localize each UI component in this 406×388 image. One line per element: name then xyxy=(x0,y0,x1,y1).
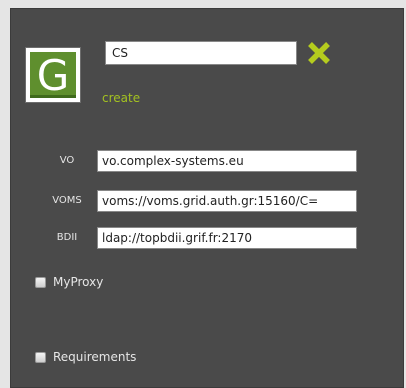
requirements-checkbox[interactable] xyxy=(35,351,46,363)
logo: G xyxy=(25,47,81,103)
create-link[interactable]: create xyxy=(102,91,140,105)
myproxy-option[interactable]: MyProxy xyxy=(35,275,103,289)
bdii-label: BDII xyxy=(56,232,78,243)
logo-letter: G xyxy=(30,52,76,100)
bdii-input[interactable] xyxy=(97,227,357,249)
environment-panel: G create VO VOMS BDII MyProxy Requiremen… xyxy=(10,8,404,388)
requirements-label: Requirements xyxy=(53,350,137,364)
environment-name-input[interactable] xyxy=(105,41,297,65)
requirements-option[interactable]: Requirements xyxy=(35,350,136,364)
vo-input[interactable] xyxy=(97,150,357,172)
voms-input[interactable] xyxy=(97,190,357,212)
voms-label: VOMS xyxy=(52,195,82,206)
vo-label: VO xyxy=(59,155,75,166)
myproxy-checkbox[interactable] xyxy=(35,276,46,288)
close-x-icon[interactable] xyxy=(305,39,333,67)
myproxy-label: MyProxy xyxy=(53,275,104,289)
